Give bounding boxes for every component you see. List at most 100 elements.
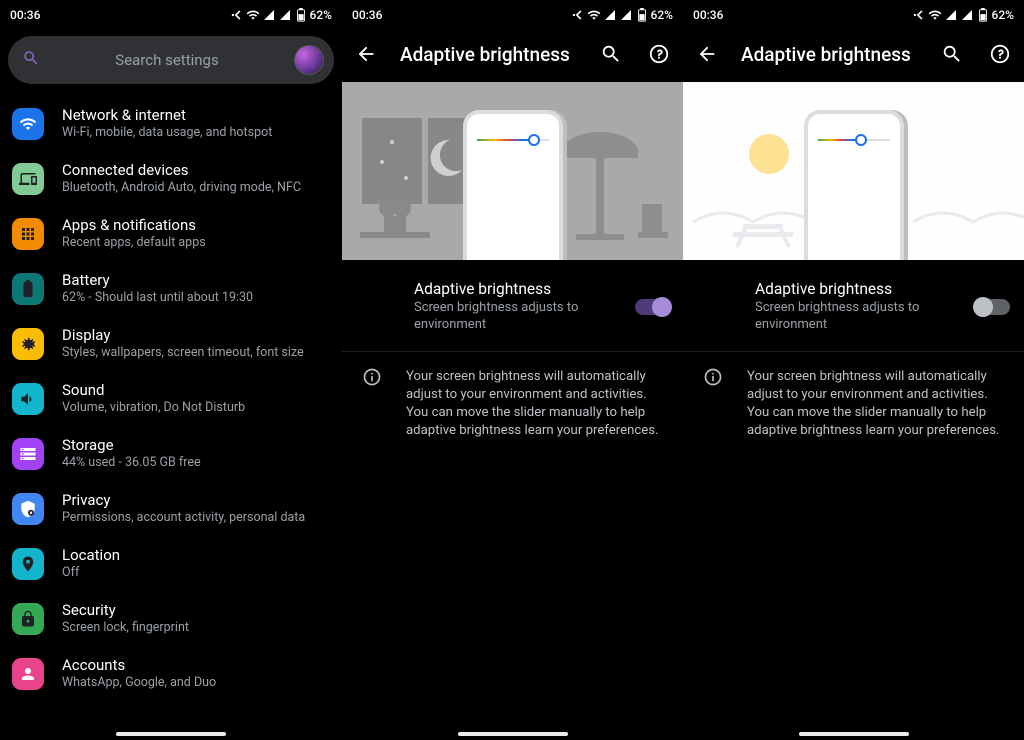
item-title: Location xyxy=(62,546,328,564)
settings-item-display[interactable]: DisplayStyles, wallpapers, screen timeou… xyxy=(6,316,336,371)
battery-percent: 62% xyxy=(310,8,332,22)
signal-1-icon xyxy=(262,8,276,22)
nav-indicator[interactable] xyxy=(799,732,909,736)
illustration-night xyxy=(342,82,683,260)
location-icon xyxy=(12,548,44,580)
battery-icon xyxy=(635,8,649,22)
item-subtitle: Permissions, account activity, personal … xyxy=(62,510,328,526)
item-subtitle: Volume, vibration, Do Not Disturb xyxy=(62,400,328,416)
item-subtitle: Recent apps, default apps xyxy=(62,235,328,251)
illustration-day xyxy=(683,82,1024,260)
help-button[interactable] xyxy=(986,40,1014,68)
item-subtitle: Screen lock, fingerprint xyxy=(62,620,328,636)
settings-item-accounts[interactable]: AccountsWhatsApp, Google, and Duo xyxy=(6,646,336,701)
item-subtitle: Bluetooth, Android Auto, driving mode, N… xyxy=(62,180,328,196)
nav-indicator[interactable] xyxy=(458,732,568,736)
devices-icon xyxy=(12,163,44,195)
back-button[interactable] xyxy=(693,40,721,68)
profile-avatar[interactable] xyxy=(294,45,324,75)
toggle-off[interactable] xyxy=(976,299,1010,315)
signal-2-icon xyxy=(960,8,974,22)
apps-icon xyxy=(12,218,44,250)
item-title: Apps & notifications xyxy=(62,216,328,234)
illustration-phone xyxy=(463,110,563,260)
security-icon xyxy=(12,603,44,635)
item-title: Storage xyxy=(62,436,328,454)
settings-item-privacy[interactable]: PrivacyPermissions, account activity, pe… xyxy=(6,481,336,536)
illustration-phone xyxy=(804,110,904,260)
info-row: Your screen brightness will automaticall… xyxy=(342,352,683,440)
battery-icon xyxy=(294,8,308,22)
info-icon xyxy=(362,367,384,440)
display-icon xyxy=(12,328,44,360)
settings-item-apps[interactable]: Apps & notificationsRecent apps, default… xyxy=(6,206,336,261)
adaptive-brightness-setting[interactable]: Adaptive brightness Screen brightness ad… xyxy=(683,260,1024,352)
item-title: Privacy xyxy=(62,491,328,509)
wifi-icon xyxy=(12,108,44,140)
app-bar: Adaptive brightness xyxy=(342,26,683,82)
toggle-on[interactable] xyxy=(635,299,669,315)
battery-percent: 62% xyxy=(992,8,1014,22)
search-button[interactable] xyxy=(938,40,966,68)
help-button[interactable] xyxy=(645,40,673,68)
item-subtitle: Styles, wallpapers, screen timeout, font… xyxy=(62,345,328,361)
status-bar: 00:36 62% xyxy=(342,0,683,26)
item-subtitle: WhatsApp, Google, and Duo xyxy=(62,675,328,691)
page-title: Adaptive brightness xyxy=(741,43,918,66)
info-text: Your screen brightness will automaticall… xyxy=(406,368,669,440)
settings-item-location[interactable]: LocationOff xyxy=(6,536,336,591)
battery-icon xyxy=(976,8,990,22)
vpn-icon xyxy=(912,8,926,22)
item-title: Network & internet xyxy=(62,106,328,124)
signal-1-icon xyxy=(944,8,958,22)
item-subtitle: Wi-Fi, mobile, data usage, and hotspot xyxy=(62,125,328,141)
vpn-icon xyxy=(571,8,585,22)
back-button[interactable] xyxy=(352,40,380,68)
sound-icon xyxy=(12,383,44,415)
settings-item-sound[interactable]: SoundVolume, vibration, Do Not Disturb xyxy=(6,371,336,426)
privacy-icon xyxy=(12,493,44,525)
settings-list[interactable]: Network & internetWi-Fi, mobile, data us… xyxy=(0,96,342,701)
search-button[interactable] xyxy=(597,40,625,68)
adaptive-brightness-off-screen: 00:36 62% Adaptive brightness xyxy=(683,0,1024,740)
item-title: Battery xyxy=(62,271,328,289)
status-bar: 00:36 62% xyxy=(0,0,342,26)
search-icon xyxy=(22,49,40,71)
wifi-icon xyxy=(928,8,942,22)
item-subtitle: Off xyxy=(62,565,328,581)
status-icons: 62% xyxy=(230,8,332,22)
battery-percent: 62% xyxy=(651,8,673,22)
page-title: Adaptive brightness xyxy=(400,43,577,66)
wifi-icon xyxy=(246,8,260,22)
item-title: Accounts xyxy=(62,656,328,674)
nav-indicator[interactable] xyxy=(116,732,226,736)
settings-item-battery[interactable]: Battery62% - Should last until about 19:… xyxy=(6,261,336,316)
item-title: Connected devices xyxy=(62,161,328,179)
settings-item-security[interactable]: SecurityScreen lock, fingerprint xyxy=(6,591,336,646)
app-bar: Adaptive brightness xyxy=(683,26,1024,82)
adaptive-brightness-on-screen: 00:36 62% Adaptive brightness xyxy=(342,0,683,740)
item-title: Security xyxy=(62,601,328,619)
accounts-icon xyxy=(12,658,44,690)
settings-item-wifi[interactable]: Network & internetWi-Fi, mobile, data us… xyxy=(6,96,336,151)
adaptive-brightness-setting[interactable]: Adaptive brightness Screen brightness ad… xyxy=(342,260,683,352)
search-bar[interactable]: Search settings xyxy=(8,36,334,84)
item-subtitle: 44% used - 36.05 GB free xyxy=(62,455,328,471)
item-title: Display xyxy=(62,326,328,344)
setting-subtitle: Screen brightness adjusts to environment xyxy=(414,299,635,333)
storage-icon xyxy=(12,438,44,470)
vpn-icon xyxy=(230,8,244,22)
item-title: Sound xyxy=(62,381,328,399)
signal-1-icon xyxy=(603,8,617,22)
settings-item-devices[interactable]: Connected devicesBluetooth, Android Auto… xyxy=(6,151,336,206)
item-subtitle: 62% - Should last until about 19:30 xyxy=(62,290,328,306)
signal-2-icon xyxy=(278,8,292,22)
info-icon xyxy=(703,367,725,440)
battery-icon xyxy=(12,273,44,305)
info-text: Your screen brightness will automaticall… xyxy=(747,368,1010,440)
search-placeholder: Search settings xyxy=(54,51,280,69)
status-time: 00:36 xyxy=(693,8,723,22)
info-row: Your screen brightness will automaticall… xyxy=(683,352,1024,440)
setting-title: Adaptive brightness xyxy=(414,280,635,298)
settings-item-storage[interactable]: Storage44% used - 36.05 GB free xyxy=(6,426,336,481)
